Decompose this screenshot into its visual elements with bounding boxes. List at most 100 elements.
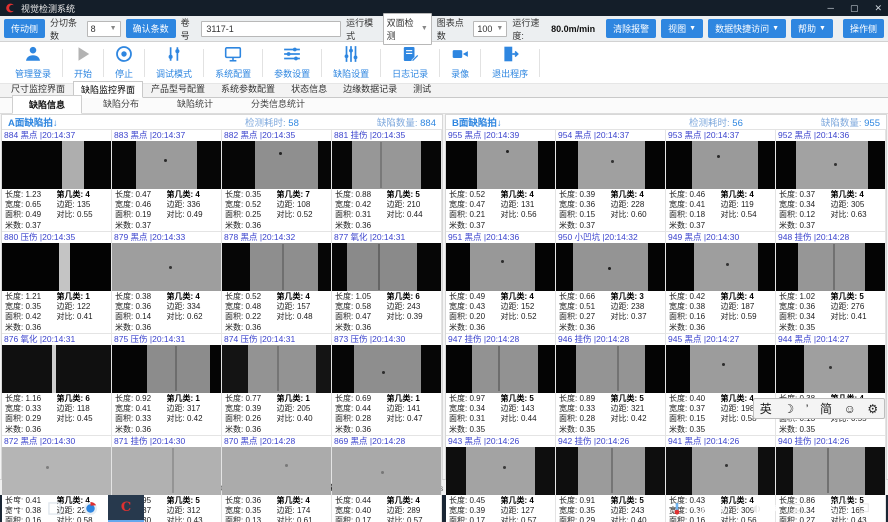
ime-item-5[interactable]: ⚙	[867, 402, 878, 416]
quick-access-menu-button[interactable]: 数据快捷访问▼	[708, 19, 786, 38]
ime-toolbar[interactable]: 英 ☽ ’ 简 ☺ ⚙	[753, 398, 885, 419]
defect-image[interactable]	[776, 345, 885, 393]
vision-app-button[interactable]: C	[108, 495, 144, 522]
defect-image[interactable]	[112, 345, 221, 393]
defect-image[interactable]	[776, 141, 885, 189]
defect-image[interactable]	[222, 141, 331, 189]
slit-count-select[interactable]: 8▼	[87, 21, 121, 37]
ime-item-3[interactable]: 简	[820, 400, 832, 417]
system-config-button[interactable]: 系统配置	[206, 43, 260, 82]
defect-cell[interactable]: 878 黑点 |20:14:32 长度: 0.52宽度: 0.48面积: 0.2…	[222, 232, 332, 334]
stop-button[interactable]: 停止	[106, 43, 142, 82]
log-record-button[interactable]: 日志记录	[383, 43, 437, 82]
sub-tab-0[interactable]: 缺陷信息	[12, 95, 82, 114]
defect-cell[interactable]: 882 黑点 |20:14:35 长度: 0.35宽度: 0.52面积: 0.2…	[222, 130, 332, 232]
drive-side-button[interactable]: 传动侧	[4, 19, 45, 38]
defect-cell[interactable]: 946 挂伤 |20:14:28 长度: 0.89宽度: 0.33面积: 0.2…	[556, 334, 666, 436]
help-menu-button[interactable]: 帮助▼	[791, 19, 833, 38]
defect-image[interactable]	[222, 243, 331, 291]
defect-cell[interactable]: 950 小凹坑 |20:14:32 长度: 0.66宽度: 0.51面积: 0.…	[556, 232, 666, 334]
defect-cell[interactable]: 952 黑点 |20:14:36 长度: 0.37宽度: 0.34面积: 0.1…	[776, 130, 886, 232]
maximize-button[interactable]: ▢	[850, 3, 859, 14]
debug-mode-button[interactable]: 调试模式	[147, 43, 201, 82]
start-button[interactable]: 开始	[65, 43, 101, 82]
defect-cell[interactable]: 877 氧化 |20:14:31 长度: 1.05宽度: 0.58面积: 0.4…	[332, 232, 442, 334]
defect-cell[interactable]: 947 挂伤 |20:14:28 长度: 0.97宽度: 0.34面积: 0.3…	[446, 334, 556, 436]
defect-cell[interactable]: 945 黑点 |20:14:27 长度: 0.40宽度: 0.37面积: 0.1…	[666, 334, 776, 436]
panel-title[interactable]: B面缺陷拍↓	[452, 115, 689, 129]
task-view-button[interactable]	[36, 495, 72, 522]
defect-image[interactable]	[556, 345, 665, 393]
sub-tab-2[interactable]: 缺陷统计	[160, 94, 230, 113]
close-button[interactable]: ✕	[874, 3, 882, 14]
roll-number-input[interactable]: 3117-1	[201, 21, 341, 37]
panel-title[interactable]: A面缺陷拍↓	[8, 115, 245, 129]
param-settings-button[interactable]: 参数设置	[265, 43, 319, 82]
defect-image[interactable]	[222, 447, 331, 495]
admin-login-button[interactable]: 管理登录	[6, 43, 60, 82]
browser-app-button[interactable]	[72, 495, 108, 522]
ime-item-0[interactable]: 英	[760, 400, 772, 417]
defect-image[interactable]	[2, 243, 111, 291]
defect-cell[interactable]: 869 黑点 |20:14:28 长度: 0.44宽度: 0.40面积: 0.1…	[332, 436, 442, 522]
defect-image[interactable]	[776, 447, 885, 495]
language-indicator[interactable]: 英	[771, 502, 780, 515]
defect-cell[interactable]: 881 挂伤 |20:14:35 长度: 0.88宽度: 0.42面积: 0.3…	[332, 130, 442, 232]
chart-points-select[interactable]: 100▼	[473, 21, 507, 37]
ime-item-1[interactable]: ☽	[783, 402, 794, 416]
defect-cell[interactable]: 870 黑点 |20:14:28 长度: 0.36宽度: 0.35面积: 0.1…	[222, 436, 332, 522]
defect-image[interactable]	[112, 447, 221, 495]
sub-tab-1[interactable]: 缺陷分布	[86, 94, 156, 113]
defect-cell[interactable]: 942 挂伤 |20:14:26 长度: 0.91宽度: 0.35面积: 0.2…	[556, 436, 666, 522]
defect-cell[interactable]: 875 压伤 |20:14:31 长度: 0.92宽度: 0.41面积: 0.3…	[112, 334, 222, 436]
keyboard-icon[interactable]	[789, 504, 802, 514]
defect-cell[interactable]: 879 黑点 |20:14:33 长度: 0.38宽度: 0.36面积: 0.1…	[112, 232, 222, 334]
defect-image[interactable]	[666, 243, 775, 291]
defect-cell[interactable]: 876 氧化 |20:14:31 长度: 1.16宽度: 0.33面积: 0.2…	[2, 334, 112, 436]
record-video-button[interactable]: 录像	[442, 43, 478, 82]
main-tab-6[interactable]: 测试	[405, 80, 439, 97]
clock[interactable]: 20:14 2025/2/10	[811, 499, 849, 519]
defect-image[interactable]	[446, 447, 555, 495]
defect-cell[interactable]: 943 黑点 |20:14:26 长度: 0.45宽度: 0.39面积: 0.1…	[446, 436, 556, 522]
confirm-count-button[interactable]: 确认条数	[126, 19, 176, 38]
defect-cell[interactable]: 949 黑点 |20:14:30 长度: 0.42宽度: 0.38面积: 0.1…	[666, 232, 776, 334]
view-menu-button[interactable]: 视图▼	[661, 19, 703, 38]
defect-image[interactable]	[776, 243, 885, 291]
defect-image[interactable]	[666, 447, 775, 495]
main-tab-5[interactable]: 边缘数据记录	[335, 80, 405, 97]
defect-cell[interactable]: 880 压伤 |20:14:35 长度: 1.21宽度: 0.35面积: 0.4…	[2, 232, 112, 334]
defect-image[interactable]	[446, 243, 555, 291]
defect-cell[interactable]: 954 黑点 |20:14:37 长度: 0.39宽度: 0.36面积: 0.1…	[556, 130, 666, 232]
speaker-icon[interactable]	[750, 504, 762, 514]
defect-image[interactable]	[2, 141, 111, 189]
start-button[interactable]	[0, 495, 36, 522]
defect-image[interactable]	[666, 141, 775, 189]
defect-image[interactable]	[112, 141, 221, 189]
defect-settings-button[interactable]: 缺陷设置	[324, 43, 378, 82]
run-mode-select[interactable]: 双面检测▼	[383, 13, 432, 45]
defect-cell[interactable]: 948 挂伤 |20:14:28 长度: 1.02宽度: 0.36面积: 0.3…	[776, 232, 886, 334]
defect-image[interactable]	[332, 447, 441, 495]
notification-icon[interactable]	[858, 503, 870, 515]
exit-program-button[interactable]: 退出程序	[483, 43, 537, 82]
defect-image[interactable]	[556, 447, 665, 495]
defect-cell[interactable]: 884 黑点 |20:14:37 长度: 1.23宽度: 0.65面积: 0.4…	[2, 130, 112, 232]
defect-image[interactable]	[446, 141, 555, 189]
defect-cell[interactable]: 953 黑点 |20:14:37 长度: 0.46宽度: 0.41面积: 0.1…	[666, 130, 776, 232]
operate-side-button[interactable]: 操作侧	[843, 19, 884, 38]
sub-tab-3[interactable]: 分类信息统计	[234, 94, 322, 113]
defect-cell[interactable]: 883 黑点 |20:14:37 长度: 0.47宽度: 0.46面积: 0.1…	[112, 130, 222, 232]
weather-text[interactable]: 气温下降	[690, 502, 726, 515]
ime-item-4[interactable]: ☺	[844, 402, 856, 416]
ime-item-2[interactable]: ’	[806, 402, 809, 416]
defect-cell[interactable]: 944 黑点 |20:14:27 长度: 0.38宽度: 0.35面积: 0.1…	[776, 334, 886, 436]
defect-image[interactable]	[112, 243, 221, 291]
defect-image[interactable]	[556, 141, 665, 189]
defect-image[interactable]	[332, 345, 441, 393]
minimize-button[interactable]: ─	[828, 3, 834, 13]
defect-cell[interactable]: 951 黑点 |20:14:36 长度: 0.49宽度: 0.43面积: 0.2…	[446, 232, 556, 334]
defect-image[interactable]	[222, 345, 331, 393]
defect-image[interactable]	[666, 345, 775, 393]
defect-image[interactable]	[446, 345, 555, 393]
